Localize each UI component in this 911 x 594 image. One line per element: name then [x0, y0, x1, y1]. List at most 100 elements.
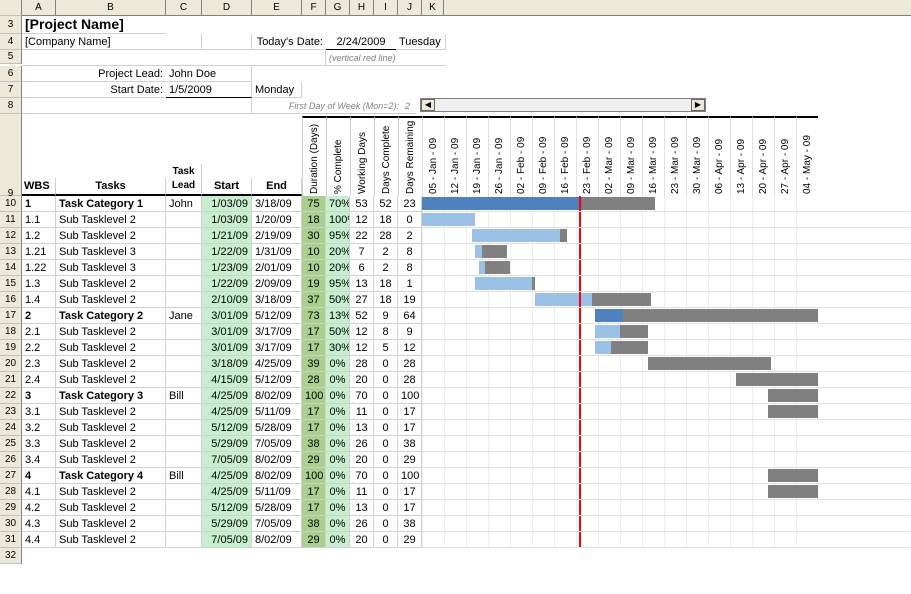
wd-cell[interactable]: 7 — [350, 244, 374, 260]
header-start[interactable]: Start — [202, 178, 252, 196]
dur-cell[interactable]: 75 — [302, 196, 326, 212]
task-cell[interactable]: Sub Tasklevel 2 — [56, 516, 166, 532]
start-cell[interactable]: 1/22/09 — [202, 244, 252, 260]
wd-cell[interactable]: 52 — [350, 308, 374, 324]
task-cell[interactable]: Sub Tasklevel 2 — [56, 212, 166, 228]
row-number[interactable]: 4 — [0, 34, 22, 50]
pct-cell[interactable]: 0% — [326, 372, 350, 388]
wd-cell[interactable]: 26 — [350, 516, 374, 532]
table-row[interactable]: 253.3 Sub Tasklevel 25/29/097/05/09380%2… — [0, 436, 911, 452]
wbs-cell[interactable]: 4.1 — [22, 484, 56, 500]
dr-cell[interactable]: 38 — [398, 516, 422, 532]
task-cell[interactable]: Sub Tasklevel 2 — [56, 292, 166, 308]
lead-cell[interactable] — [166, 532, 202, 548]
dur-cell[interactable]: 19 — [302, 276, 326, 292]
end-cell[interactable]: 1/31/09 — [252, 244, 302, 260]
dur-cell[interactable]: 17 — [302, 484, 326, 500]
dur-cell[interactable]: 100 — [302, 388, 326, 404]
wbs-cell[interactable]: 4.4 — [22, 532, 56, 548]
lead-cell[interactable] — [166, 244, 202, 260]
dc-cell[interactable]: 0 — [374, 404, 398, 420]
header-daysrem[interactable]: Days Remaining — [398, 116, 422, 196]
dc-cell[interactable]: 0 — [374, 516, 398, 532]
gantt-date-header[interactable]: 27 - Apr - 09 — [774, 116, 796, 196]
wbs-cell[interactable]: 1.22 — [22, 260, 56, 276]
wbs-cell[interactable]: 4.2 — [22, 500, 56, 516]
task-cell[interactable]: Sub Tasklevel 2 — [56, 324, 166, 340]
table-row[interactable]: 263.4 Sub Tasklevel 27/05/098/02/09290%2… — [0, 452, 911, 468]
dr-cell[interactable]: 17 — [398, 420, 422, 436]
row-number[interactable]: 30 — [0, 516, 22, 532]
lead-cell[interactable] — [166, 484, 202, 500]
pct-cell[interactable]: 50% — [326, 324, 350, 340]
task-cell[interactable]: Sub Tasklevel 2 — [56, 404, 166, 420]
dc-cell[interactable]: 0 — [374, 356, 398, 372]
dur-cell[interactable]: 100 — [302, 468, 326, 484]
fdow-value[interactable]: 2 — [402, 98, 416, 114]
gantt-date-header[interactable]: 06 - Apr - 09 — [708, 116, 730, 196]
column-header-B[interactable]: B — [56, 0, 166, 15]
table-row[interactable]: 243.2 Sub Tasklevel 25/12/095/28/09170%1… — [0, 420, 911, 436]
table-row[interactable]: 314.4 Sub Tasklevel 27/05/098/02/09290%2… — [0, 532, 911, 548]
row-number[interactable]: 20 — [0, 356, 22, 372]
header-pct[interactable]: % Complete — [326, 116, 350, 196]
dc-cell[interactable]: 0 — [374, 388, 398, 404]
dc-cell[interactable]: 18 — [374, 212, 398, 228]
pct-cell[interactable]: 70% — [326, 196, 350, 212]
table-row[interactable]: 32 — [0, 548, 911, 564]
gantt-bar[interactable] — [422, 213, 475, 226]
header-workdays[interactable]: Working Days — [350, 116, 374, 196]
row-number[interactable]: 19 — [0, 340, 22, 356]
lead-cell[interactable] — [166, 324, 202, 340]
pct-cell[interactable]: 0% — [326, 404, 350, 420]
end-cell[interactable]: 1/20/09 — [252, 212, 302, 228]
start-cell[interactable]: 7/05/09 — [202, 452, 252, 468]
row-number[interactable]: 11 — [0, 212, 22, 228]
task-cell[interactable]: Sub Tasklevel 2 — [56, 500, 166, 516]
task-cell[interactable]: Sub Tasklevel 3 — [56, 244, 166, 260]
start-cell[interactable]: 1/22/09 — [202, 276, 252, 292]
row-number[interactable]: 31 — [0, 532, 22, 548]
pct-cell[interactable]: 95% — [326, 228, 350, 244]
row-number[interactable]: 23 — [0, 404, 22, 420]
lead-cell[interactable]: John — [166, 196, 202, 212]
start-cell[interactable]: 7/05/09 — [202, 532, 252, 548]
dr-cell[interactable]: 0 — [398, 212, 422, 228]
lead-cell[interactable] — [166, 212, 202, 228]
today-date[interactable]: 2/24/2009 — [326, 34, 396, 50]
start-cell[interactable]: 3/01/09 — [202, 308, 252, 324]
start-cell[interactable]: 1/03/09 — [202, 196, 252, 212]
dr-cell[interactable]: 17 — [398, 500, 422, 516]
gantt-bar[interactable] — [475, 277, 535, 290]
end-cell[interactable]: 5/28/09 — [252, 500, 302, 516]
table-row[interactable]: 182.1 Sub Tasklevel 23/01/093/17/091750%… — [0, 324, 911, 340]
column-header-E[interactable]: E — [252, 0, 302, 15]
dur-cell[interactable]: 17 — [302, 500, 326, 516]
pct-cell[interactable]: 0% — [326, 356, 350, 372]
row-number[interactable]: 21 — [0, 372, 22, 388]
dr-cell[interactable]: 29 — [398, 452, 422, 468]
corner-cell[interactable] — [0, 0, 22, 16]
start-cell[interactable]: 3/01/09 — [202, 324, 252, 340]
wbs-cell[interactable]: 3.3 — [22, 436, 56, 452]
row-number[interactable]: 29 — [0, 500, 22, 516]
start-cell[interactable]: 4/25/09 — [202, 388, 252, 404]
dur-cell[interactable]: 37 — [302, 292, 326, 308]
end-cell[interactable]: 5/12/09 — [252, 372, 302, 388]
lead-cell[interactable]: Bill — [166, 388, 202, 404]
gantt-date-header[interactable]: 19 - Jan - 09 — [466, 116, 488, 196]
start-cell[interactable]: 4/25/09 — [202, 404, 252, 420]
lead-cell[interactable] — [166, 276, 202, 292]
dur-cell[interactable]: 38 — [302, 436, 326, 452]
pct-cell[interactable]: 0% — [326, 388, 350, 404]
pct-cell[interactable]: 100% — [326, 212, 350, 228]
end-cell[interactable]: 7/05/09 — [252, 436, 302, 452]
dur-cell[interactable]: 30 — [302, 228, 326, 244]
dur-cell[interactable]: 17 — [302, 404, 326, 420]
row-number[interactable]: 26 — [0, 452, 22, 468]
pct-cell[interactable]: 0% — [326, 468, 350, 484]
end-cell[interactable]: 3/18/09 — [252, 292, 302, 308]
start-cell[interactable]: 5/29/09 — [202, 516, 252, 532]
table-row[interactable]: 192.2 Sub Tasklevel 23/01/093/17/091730%… — [0, 340, 911, 356]
column-header-K[interactable]: K — [422, 0, 444, 15]
